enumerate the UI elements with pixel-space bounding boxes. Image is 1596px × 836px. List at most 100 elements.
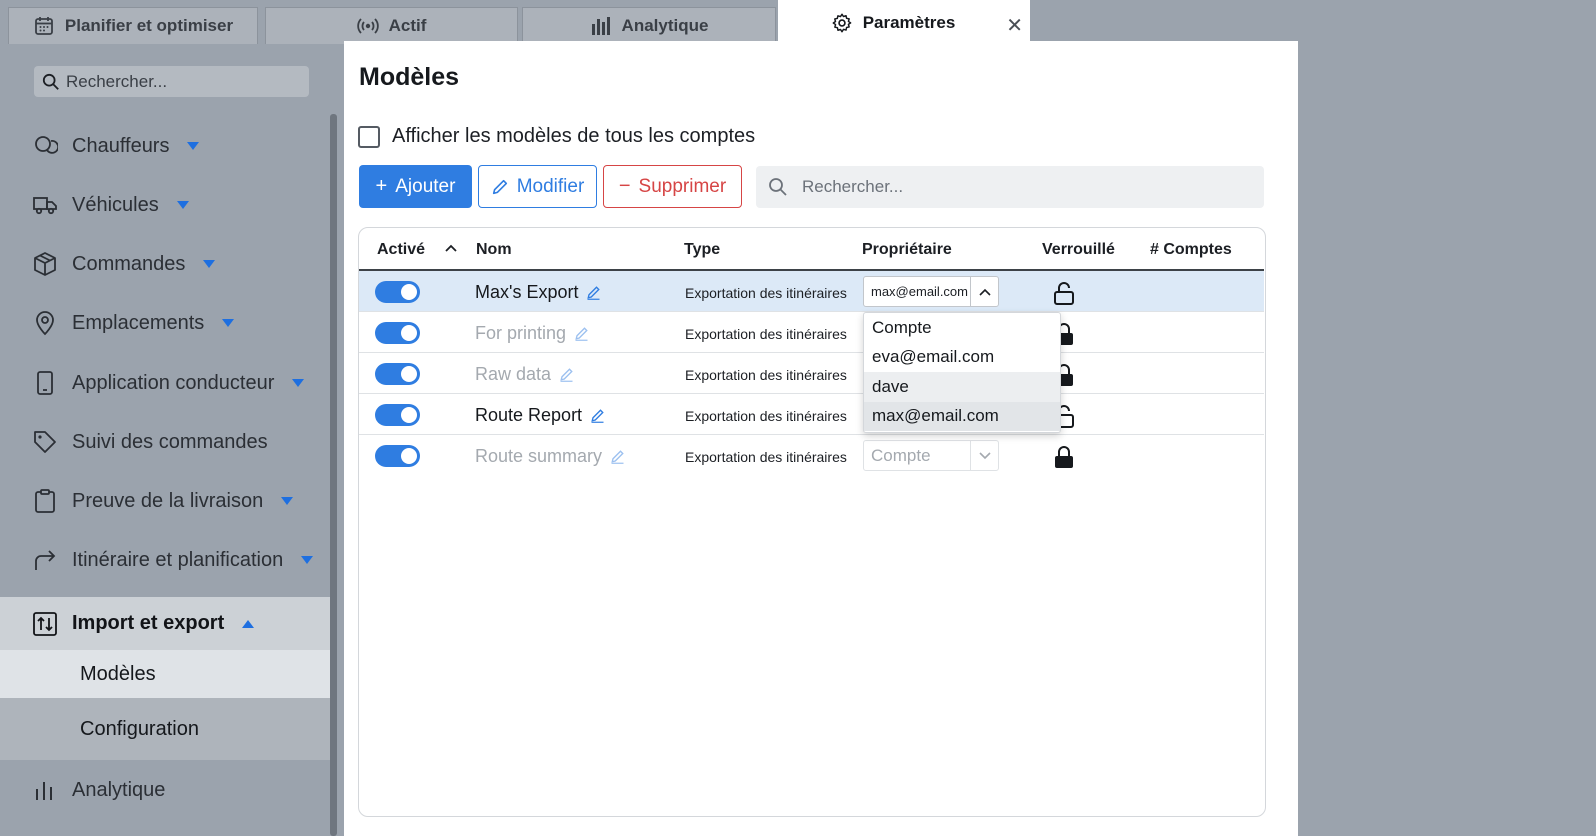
tab-analytique[interactable]: Analytique: [522, 7, 776, 44]
map-pin-icon: [32, 310, 58, 336]
bar-chart-icon: [590, 15, 612, 37]
owner-select[interactable]: Compte: [863, 440, 999, 471]
broadcast-icon: [356, 15, 379, 37]
delete-button[interactable]: − Supprimer: [603, 165, 742, 208]
edit-button[interactable]: Modifier: [478, 165, 597, 208]
active-toggle[interactable]: [375, 445, 420, 467]
col-header-type[interactable]: Type: [684, 241, 720, 259]
bar-chart-icon: [32, 777, 58, 803]
sidebar-scrollbar[interactable]: [330, 114, 337, 836]
template-name: Route Report: [475, 405, 605, 426]
template-type: Exportation des itinéraires: [685, 408, 847, 424]
tag-icon: [32, 429, 58, 455]
dropdown-option[interactable]: eva@email.com: [864, 343, 1060, 373]
dropdown-option[interactable]: dave: [864, 372, 1060, 402]
sidebar-item-label: Application conducteur: [72, 371, 275, 394]
tab-actif[interactable]: Actif: [265, 7, 518, 44]
truck-icon: [32, 192, 58, 218]
show-all-accounts-label: Afficher les modèles de tous les comptes: [392, 125, 756, 147]
gear-icon: [831, 12, 853, 34]
chevron-up-icon[interactable]: [970, 277, 998, 306]
col-header-active[interactable]: Activé: [377, 241, 425, 259]
sidebar-subitem-label: Configuration: [80, 717, 199, 740]
owner-select[interactable]: max@email.com: [863, 276, 999, 307]
sidebar-item-preuve-livraison[interactable]: Preuve de la livraison: [0, 475, 337, 527]
sidebar-subitem-configuration[interactable]: Configuration: [0, 698, 337, 760]
package-icon: [32, 251, 58, 277]
table-row[interactable]: Raw data Exportation des itinéraires: [359, 353, 1264, 394]
sidebar-subitem-label: Modèles: [80, 662, 156, 685]
sidebar-item-suivi-commandes[interactable]: Suivi des commandes: [0, 416, 337, 468]
pencil-icon[interactable]: [610, 449, 625, 464]
chevron-down-icon: [301, 556, 314, 564]
chat-bubbles-icon: [32, 133, 58, 159]
plus-icon: +: [375, 175, 388, 197]
owner-dropdown-menu: Compte eva@email.com dave max@email.com: [863, 312, 1061, 433]
add-button[interactable]: + Ajouter: [359, 165, 472, 208]
template-name-text: Route summary: [475, 446, 603, 466]
pencil-icon[interactable]: [559, 367, 574, 382]
templates-table: Activé Nom Type Propriétaire Verrouillé …: [358, 227, 1266, 817]
phone-icon: [32, 370, 58, 396]
col-header-name[interactable]: Nom: [476, 241, 512, 259]
sidebar-item-import-export[interactable]: Import et export: [0, 597, 337, 650]
dropdown-option-selected[interactable]: max@email.com: [864, 401, 1060, 431]
table-row[interactable]: Route Report Exportation des itinéraires: [359, 394, 1264, 435]
locked-padlock-icon[interactable]: [1053, 445, 1075, 469]
col-header-accounts[interactable]: # Comptes: [1150, 241, 1232, 259]
active-toggle[interactable]: [375, 322, 420, 344]
chevron-up-icon: [242, 619, 255, 628]
table-row[interactable]: For printing Exportation des itinéraires: [359, 312, 1264, 353]
tab-planifier[interactable]: Planifier et optimiser: [8, 7, 258, 44]
tab-label: Paramètres: [862, 12, 956, 32]
active-toggle[interactable]: [375, 281, 420, 303]
sidebar-subitem-modeles[interactable]: Modèles: [0, 650, 337, 698]
sidebar-item-analytique[interactable]: Analytique: [0, 764, 337, 816]
sidebar-item-commandes[interactable]: Commandes: [0, 238, 337, 290]
template-name: Raw data: [475, 364, 574, 385]
template-type: Exportation des itinéraires: [685, 326, 847, 342]
template-name: Max's Export: [475, 282, 601, 303]
tab-label: Planifier et optimiser: [64, 16, 234, 35]
sidebar-search-input[interactable]: Rechercher...: [34, 66, 309, 97]
sidebar-item-label: Commandes: [72, 252, 186, 275]
sidebar-item-label: Véhicules: [72, 193, 159, 216]
sidebar-item-emplacements[interactable]: Emplacements: [0, 297, 337, 349]
table-row[interactable]: Max's Export Exportation des itinéraires…: [359, 271, 1264, 312]
col-header-owner[interactable]: Propriétaire: [862, 241, 952, 259]
chevron-down-icon: [187, 142, 200, 150]
table-row[interactable]: Route summary Exportation des itinéraire…: [359, 435, 1264, 476]
delete-button-label: Supprimer: [638, 175, 727, 197]
top-tab-bar: Planifier et optimiser Actif Analytique …: [0, 0, 1596, 44]
tab-label: Analytique: [621, 16, 709, 35]
search-icon: [42, 73, 59, 90]
sidebar-item-itineraire[interactable]: Itinéraire et planification: [0, 534, 337, 586]
col-header-locked[interactable]: Verrouillé: [1042, 241, 1115, 259]
calendar-icon: [33, 15, 55, 37]
sort-up-icon[interactable]: [445, 243, 457, 253]
active-toggle[interactable]: [375, 363, 420, 385]
template-type: Exportation des itinéraires: [685, 449, 847, 465]
table-header: Activé Nom Type Propriétaire Verrouillé …: [359, 228, 1264, 271]
show-all-accounts-checkbox[interactable]: [358, 125, 380, 148]
pencil-icon[interactable]: [574, 326, 589, 341]
sidebar: Rechercher... Chauffeurs Véhicules Comma…: [0, 44, 337, 836]
pencil-icon[interactable]: [590, 408, 605, 423]
chevron-down-icon: [222, 319, 235, 327]
page-title: Modèles: [359, 63, 460, 91]
active-toggle[interactable]: [375, 404, 420, 426]
unlocked-padlock-icon[interactable]: [1053, 281, 1075, 305]
sidebar-item-label: Emplacements: [72, 311, 205, 334]
sidebar-item-vehicules[interactable]: Véhicules: [0, 179, 337, 231]
templates-search-input[interactable]: Rechercher...: [756, 166, 1264, 208]
sidebar-item-chauffeurs[interactable]: Chauffeurs: [0, 120, 337, 172]
dropdown-option[interactable]: Compte: [864, 313, 1060, 343]
template-name-text: Route Report: [475, 405, 583, 425]
template-name: For printing: [475, 323, 589, 344]
template-name: Route summary: [475, 446, 625, 467]
sidebar-item-application-conducteur[interactable]: Application conducteur: [0, 357, 337, 409]
tab-parametres[interactable]: Paramètres ✕: [778, 0, 1030, 44]
close-icon[interactable]: ✕: [1006, 13, 1023, 38]
chevron-down-icon[interactable]: [970, 441, 998, 470]
pencil-icon[interactable]: [586, 285, 601, 300]
